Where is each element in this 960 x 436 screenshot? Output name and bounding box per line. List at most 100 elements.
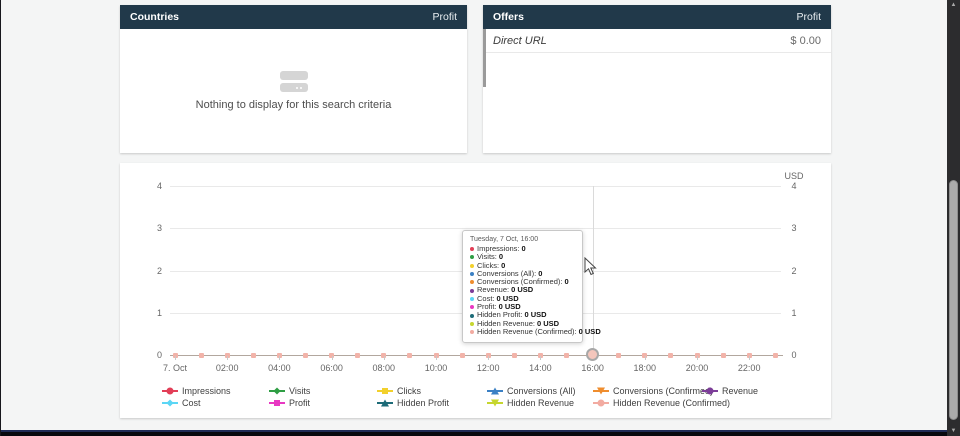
countries-empty-text: Nothing to display for this search crite… <box>196 99 392 111</box>
legend-label: Visits <box>289 386 310 396</box>
offer-profit-value: $ 0.00 <box>790 35 821 47</box>
y-axis-label-left: 3 <box>130 223 162 233</box>
x-axis-label: 16:00 <box>573 363 613 373</box>
data-point-marker[interactable] <box>721 353 726 358</box>
series-color-dot-icon <box>470 247 474 251</box>
legend-label: Hidden Profit <box>397 398 449 408</box>
offer-row-direct-url[interactable]: Direct URL $ 0.00 <box>483 29 831 53</box>
legend-item-visits[interactable]: Visits <box>269 386 310 396</box>
legend-item-conversions-confirmed[interactable]: Conversions (Confirmed) <box>593 386 713 396</box>
data-point-marker[interactable] <box>616 353 621 358</box>
scrollbar-up-arrow-icon[interactable]: ▲ <box>947 0 960 10</box>
x-axis-label: 10:00 <box>416 363 456 373</box>
countries-panel: Countries Profit Nothing to display for … <box>120 5 467 153</box>
scrollbar-thumb[interactable] <box>949 180 958 420</box>
legend-label: Profit <box>289 398 310 408</box>
gridline <box>170 186 781 187</box>
y-axis-label-right: 1 <box>784 308 804 318</box>
legend-item-revenue[interactable]: Revenue <box>702 386 758 396</box>
series-color-dot-icon <box>470 305 474 309</box>
offers-list: Direct URL $ 0.00 <box>483 29 831 153</box>
legend-label: Clicks <box>397 386 421 396</box>
data-point-marker[interactable] <box>407 353 412 358</box>
x-axis-tick <box>384 356 385 360</box>
legend-item-clicks[interactable]: Clicks <box>377 386 421 396</box>
x-axis-tick <box>749 356 750 360</box>
legend-marker-circle-icon <box>593 399 609 408</box>
series-color-dot-icon <box>470 297 474 301</box>
legend-marker-triangle-icon <box>377 399 393 408</box>
legend-marker-triangle-icon <box>487 387 503 396</box>
data-point-marker[interactable] <box>564 353 569 358</box>
x-axis-tick <box>227 356 228 360</box>
x-axis-label: 12:00 <box>468 363 508 373</box>
series-color-dot-icon <box>470 289 474 293</box>
legend-marker-triangle-down-icon <box>593 387 609 396</box>
tooltip-title: Tuesday, 7 Oct, 16:00 <box>470 236 575 243</box>
timeline-chart-panel: USD 4433221100 7. Oct02:0004:0006:0008:0… <box>120 163 831 418</box>
empty-list-icon <box>280 71 308 92</box>
legend-item-hidden-revenue[interactable]: Hidden Revenue <box>487 398 574 408</box>
y-axis-unit-label: USD <box>784 171 804 181</box>
legend-marker-circle-icon <box>702 387 718 396</box>
legend-marker-diamond-icon <box>162 399 178 408</box>
x-axis-tick <box>488 356 489 360</box>
tooltip-row: Hidden Revenue (Confirmed):0 USD <box>470 328 575 336</box>
tooltip-series-label: Hidden Revenue (Confirmed): <box>477 328 577 336</box>
x-axis-label: 18:00 <box>625 363 665 373</box>
legend-label: Hidden Revenue <box>507 398 574 408</box>
data-point-marker[interactable] <box>460 353 465 358</box>
tooltip-series-value: 0 USD <box>579 328 601 336</box>
legend-item-cost[interactable]: Cost <box>162 398 201 408</box>
page-scrollbar[interactable]: ▲ ▼ <box>947 0 960 436</box>
y-axis-label-right: 3 <box>784 223 804 233</box>
countries-empty-state: Nothing to display for this search crite… <box>120 29 467 153</box>
series-color-dot-icon <box>470 255 474 259</box>
legend-label: Hidden Revenue (Confirmed) <box>613 398 730 408</box>
window-bottom-edge <box>0 430 960 436</box>
x-axis-label: 04:00 <box>259 363 299 373</box>
y-axis-label-left: 1 <box>130 308 162 318</box>
x-axis-tick <box>697 356 698 360</box>
legend-item-hidden-profit[interactable]: Hidden Profit <box>377 398 449 408</box>
legend-item-hidden-revenue-confirmed[interactable]: Hidden Revenue (Confirmed) <box>593 398 730 408</box>
x-axis-tick <box>332 356 333 360</box>
data-point-marker[interactable] <box>355 353 360 358</box>
legend-marker-triangle-down-icon <box>487 399 503 408</box>
legend-item-conversions-all[interactable]: Conversions (All) <box>487 386 576 396</box>
legend-label: Impressions <box>182 386 231 396</box>
series-zero-line <box>170 355 783 356</box>
x-axis-tick <box>279 356 280 360</box>
offers-panel: Offers Profit Direct URL $ 0.00 <box>483 5 831 153</box>
data-point-marker[interactable] <box>668 353 673 358</box>
x-axis-label: 20:00 <box>677 363 717 373</box>
legend-marker-diamond-icon <box>269 387 285 396</box>
x-axis-label: 7. Oct <box>155 363 195 373</box>
y-axis-label-left: 0 <box>130 350 162 360</box>
window-left-border <box>0 0 1 436</box>
offers-panel-header: Offers Profit <box>483 5 831 29</box>
series-color-dot-icon <box>470 280 474 284</box>
legend-item-impressions[interactable]: Impressions <box>162 386 231 396</box>
offers-scroll-indicator <box>483 29 486 87</box>
x-axis-label: 14:00 <box>520 363 560 373</box>
x-axis-label: 06:00 <box>312 363 352 373</box>
data-point-marker[interactable] <box>199 353 204 358</box>
legend-label: Conversions (All) <box>507 386 576 396</box>
series-color-dot-icon <box>470 322 474 326</box>
data-point-marker[interactable] <box>773 353 778 358</box>
offer-name: Direct URL <box>493 35 547 47</box>
tooltip-series-value: 0 <box>522 245 526 253</box>
data-point-marker[interactable] <box>303 353 308 358</box>
offers-panel-title: Offers <box>493 11 524 23</box>
chart-tooltip: Tuesday, 7 Oct, 16:00 Impressions:0Visit… <box>462 230 583 343</box>
data-point-marker[interactable] <box>251 353 256 358</box>
series-color-dot-icon <box>470 330 474 334</box>
hovered-point-marker[interactable] <box>586 348 599 361</box>
y-axis-label-left: 4 <box>130 181 162 191</box>
data-point-marker[interactable] <box>512 353 517 358</box>
y-axis-label-right: 0 <box>784 350 804 360</box>
scrollbar-down-arrow-icon[interactable]: ▼ <box>947 426 960 436</box>
legend-label: Revenue <box>722 386 758 396</box>
legend-item-profit[interactable]: Profit <box>269 398 310 408</box>
